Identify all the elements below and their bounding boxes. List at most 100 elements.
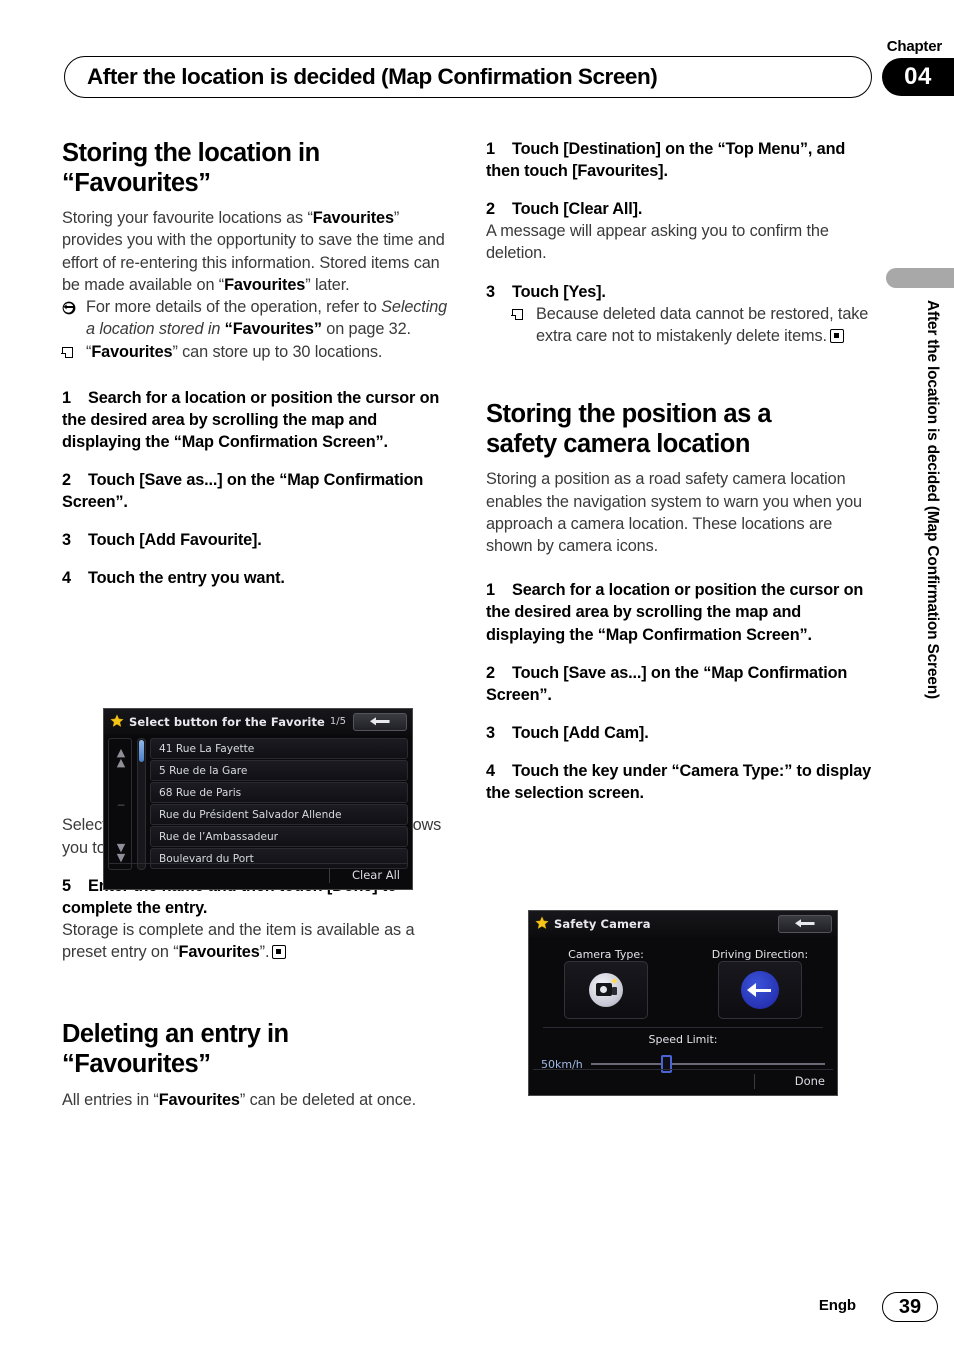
step-text: Touch [Save as...] on the “Map Confirmat… bbox=[62, 470, 424, 512]
step-3-favourites: 3 Touch [Add Favourite]. bbox=[62, 529, 452, 551]
step-1-deleting: 1 Touch [Destination] on the “Top Menu”, … bbox=[486, 138, 876, 182]
list-item[interactable]: Rue du Président Salvador Allende bbox=[150, 804, 408, 825]
right-column: 1 Touch [Destination] on the “Top Menu”, … bbox=[486, 138, 876, 804]
star-icon bbox=[535, 915, 549, 934]
page-indicator: 1/5 bbox=[329, 716, 346, 727]
ref-text-c: “Favourites” bbox=[224, 320, 322, 339]
step-4-favourites: 4 Touch the entry you want. bbox=[62, 567, 452, 589]
step5-text-b: Favourites bbox=[178, 943, 260, 962]
step-3-deleting: 3 Touch [Yes]. bbox=[486, 281, 876, 303]
cross-reference-text: For more details of the operation, refer… bbox=[86, 296, 452, 340]
cross-reference-row: For more details of the operation, refer… bbox=[62, 296, 452, 340]
driving-direction-button[interactable] bbox=[718, 961, 802, 1019]
del-intro-b: Favourites bbox=[158, 1090, 240, 1109]
step-number: 4 bbox=[62, 569, 71, 588]
intro-text-e: ” later. bbox=[305, 275, 350, 294]
camera-settings-buttons: ✦ bbox=[529, 961, 837, 1019]
del-intro-c: ” can be deleted at once. bbox=[239, 1090, 417, 1109]
section-title-safety-camera: Storing the position as a safety camera … bbox=[486, 399, 876, 459]
step-text: Touch [Destination] on the “Top Menu”, a… bbox=[486, 140, 846, 181]
page-title: After the location is decided (Map Confi… bbox=[87, 64, 658, 89]
scroll-arrows-column[interactable]: ▲ ▲ ─ ▼ ▼ bbox=[108, 738, 132, 870]
note-square-icon bbox=[61, 341, 86, 365]
screenshot-title: Safety Camera bbox=[554, 917, 651, 931]
footer-divider bbox=[329, 868, 330, 883]
camera-type-button-cell: ✦ bbox=[529, 961, 683, 1019]
step-number: 4 bbox=[486, 761, 495, 780]
screenshot-footer: Done bbox=[533, 1069, 833, 1092]
step5-text-c: ”. bbox=[259, 943, 270, 962]
list-item[interactable]: 5 Rue de la Gare bbox=[150, 760, 408, 781]
section2-title-line1: Deleting an entry in bbox=[62, 1020, 289, 1049]
left-column: Storing the location in “Favourites” Sto… bbox=[61, 138, 452, 1111]
side-tab-marker bbox=[886, 268, 954, 288]
intro-text-a: Storing your favourite locations as “ bbox=[62, 209, 313, 228]
section2-title-line2: “Favourites” bbox=[62, 1050, 211, 1079]
note-row-capacity: “Favourites” can store up to 30 location… bbox=[61, 341, 452, 365]
footer-divider bbox=[754, 1074, 755, 1089]
step-1-camera: 1 Search for a location or position the c… bbox=[486, 579, 876, 645]
chapter-number-badge: 04 bbox=[882, 58, 954, 96]
favourites-list: 41 Rue La Fayette 5 Rue de la Gare 68 Ru… bbox=[150, 738, 408, 870]
step-text: Touch [Add Favourite]. bbox=[88, 531, 262, 550]
list-item[interactable]: 41 Rue La Fayette bbox=[150, 738, 408, 759]
camera-type-button[interactable]: ✦ bbox=[564, 961, 648, 1019]
step-5-body: Storage is complete and the item is avai… bbox=[62, 919, 452, 963]
intro-text-d: Favourites bbox=[224, 275, 306, 294]
section3-title-line2: safety camera location bbox=[486, 430, 750, 459]
section-title-storing-favourites: Storing the location in “Favourites” bbox=[62, 138, 452, 198]
ref-text-d: on page 32. bbox=[321, 320, 411, 339]
step-number: 1 bbox=[62, 388, 71, 407]
list-item[interactable]: Rue de l’Ambassadeur bbox=[150, 826, 408, 847]
side-tab-label: After the location is decided (Map Confi… bbox=[924, 300, 941, 699]
warning-text: Because deleted data cannot be restored,… bbox=[536, 304, 869, 346]
reference-arrow-icon bbox=[62, 296, 86, 340]
intro-paragraph-favourites: Storing your favourite locations as “ Fav… bbox=[62, 207, 452, 296]
intro-paragraph-deleting: All entries in “Favourites” can be delet… bbox=[62, 1089, 452, 1111]
section-title-line1: Storing the location in bbox=[62, 139, 320, 167]
section3-title-line1: Storing the position as a bbox=[486, 400, 772, 429]
ref-text-a: For more details of the operation, refer… bbox=[86, 298, 382, 317]
step-text: Search for a location or position the cu… bbox=[62, 388, 440, 451]
step-text: Touch [Yes]. bbox=[512, 282, 606, 301]
camera-type-column: Camera Type: bbox=[529, 943, 683, 962]
screenshot-safety-camera: Safety Camera Camera Type: Driving Direc… bbox=[528, 910, 838, 1096]
step-2-deleting: 2 Touch [Clear All]. bbox=[486, 198, 876, 220]
side-tab-running-head: After the location is decided (Map Confi… bbox=[914, 300, 950, 860]
left-arrow-sign-icon bbox=[741, 971, 779, 1009]
safety-camera-icon: ✦ bbox=[589, 973, 623, 1007]
note-text-c: ” can store up to 30 locations. bbox=[172, 342, 383, 361]
step-number: 5 bbox=[62, 876, 71, 895]
star-icon bbox=[110, 713, 124, 732]
step-number: 3 bbox=[486, 282, 495, 301]
step-text: Touch [Clear All]. bbox=[512, 200, 643, 219]
back-arrow-icon[interactable] bbox=[778, 915, 832, 933]
header-title-pill: After the location is decided (Map Confi… bbox=[64, 56, 872, 98]
note-row-deletion-warning: Because deleted data cannot be restored,… bbox=[511, 303, 876, 347]
step-text: Search for a location or position the cu… bbox=[486, 581, 864, 644]
driving-direction-column: Driving Direction: bbox=[683, 943, 837, 962]
chevron-up-icon[interactable]: ▲ ▲ bbox=[113, 747, 129, 768]
step-2-camera: 2 Touch [Save as...] on the “Map Confirma… bbox=[486, 662, 876, 706]
end-of-section-marker bbox=[272, 945, 287, 960]
camera-settings-labels: Camera Type: Driving Direction: bbox=[529, 943, 837, 962]
step-2-favourites: 2 Touch [Save as...] on the “Map Confirma… bbox=[62, 469, 452, 513]
chevron-down-icon[interactable]: ▼ ▼ bbox=[113, 842, 129, 863]
step-3-camera: 3 Touch [Add Cam]. bbox=[486, 722, 876, 744]
back-arrow-icon[interactable] bbox=[353, 713, 407, 731]
note-text-deletion-warning: Because deleted data cannot be restored,… bbox=[536, 303, 876, 347]
footer-language-code: Engb bbox=[818, 1297, 856, 1314]
done-button[interactable]: Done bbox=[795, 1074, 833, 1088]
intro-paragraph-safety-camera: Storing a position as a road safety came… bbox=[486, 470, 862, 556]
section-title-line2: “Favourites” bbox=[62, 169, 211, 198]
list-item[interactable]: 68 Rue de Paris bbox=[150, 782, 408, 803]
clear-all-button[interactable]: Clear All bbox=[352, 868, 408, 882]
speed-limit-slider[interactable] bbox=[590, 1055, 825, 1073]
screenshot-title: Select button for the Favorite bbox=[129, 715, 325, 729]
speed-limit-label: Speed Limit: bbox=[648, 1033, 718, 1046]
page-header: Chapter 04 After the location is decided… bbox=[0, 0, 954, 120]
scrollbar-track[interactable] bbox=[137, 738, 146, 870]
section-title-deleting-favourites: Deleting an entry in “Favourites” bbox=[62, 1019, 452, 1079]
scrollbar-thumb[interactable] bbox=[139, 740, 144, 762]
step-2-body-deleting: A message will appear asking you to conf… bbox=[486, 222, 829, 263]
